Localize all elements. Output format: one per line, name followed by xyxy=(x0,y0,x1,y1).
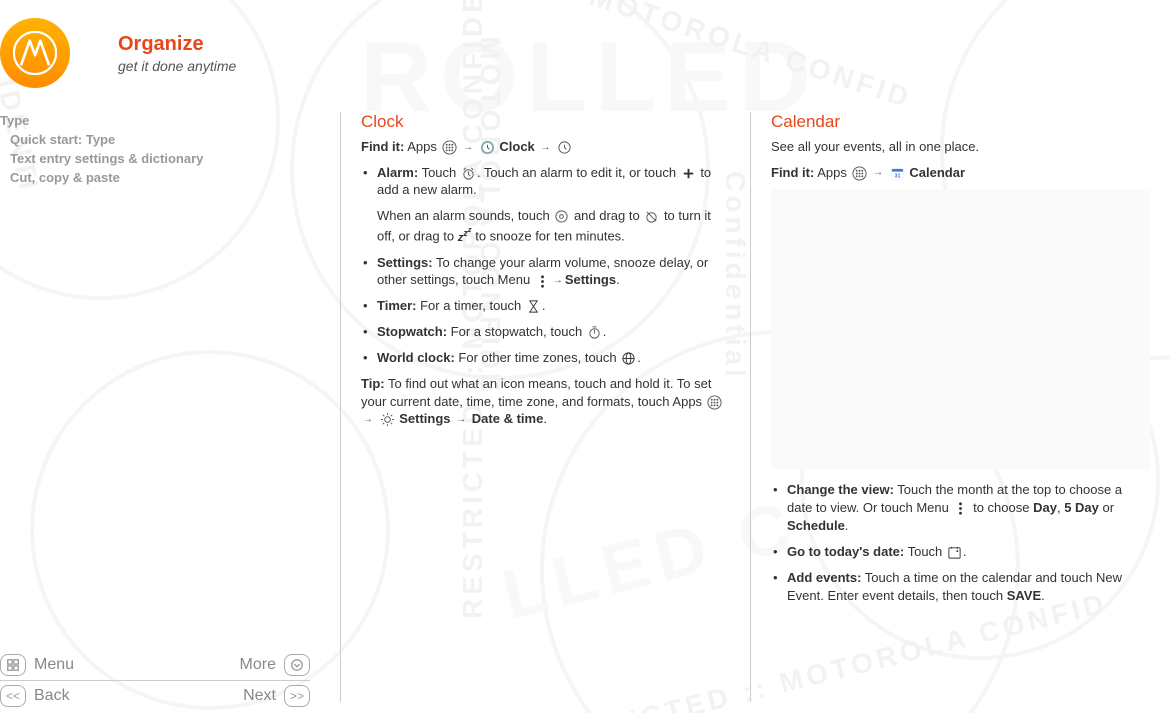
next-button[interactable]: Next >> xyxy=(243,685,310,707)
chevron-left-icon: << xyxy=(0,685,26,707)
page-header: Organize get it done anytime xyxy=(0,0,1170,112)
plus-icon xyxy=(681,166,696,181)
apps-grid-icon xyxy=(852,166,867,181)
clock-world-item: World clock: For other time zones, touch… xyxy=(361,349,730,367)
chevron-down-circle-icon xyxy=(284,654,310,676)
apps-grid-icon xyxy=(707,395,722,410)
calendar-section-title: Calendar xyxy=(771,112,1150,132)
alarm-off-icon xyxy=(644,209,659,224)
stopwatch-icon xyxy=(587,325,602,340)
menu-grid-icon xyxy=(0,654,26,676)
bottom-nav: Menu More << Back Next >> xyxy=(0,650,310,711)
sidebar-item[interactable]: Text entry settings & dictionary xyxy=(0,150,320,169)
calendar-view-item: Change the view: Touch the month at the … xyxy=(771,481,1150,535)
back-button[interactable]: << Back xyxy=(0,685,70,707)
sidebar-item[interactable]: Quick start: Type xyxy=(0,131,320,150)
back-label: Back xyxy=(34,687,70,705)
calendar-find-it: Find it: Apps → 31 Calendar xyxy=(771,164,1150,182)
calendar-screenshot-placeholder xyxy=(771,189,1150,469)
globe-icon xyxy=(621,351,636,366)
sidebar-nav: Type Quick start: Type Text entry settin… xyxy=(0,112,320,187)
today-icon xyxy=(947,545,962,560)
more-label: More xyxy=(240,656,276,674)
clock-face-icon xyxy=(557,140,572,155)
drag-handle-icon xyxy=(554,209,569,224)
settings-gear-icon xyxy=(380,412,395,427)
clock-stopwatch-item: Stopwatch: For a stopwatch, touch . xyxy=(361,323,730,341)
sidebar-heading[interactable]: Type xyxy=(0,112,320,131)
clock-tip: Tip: To find out what an icon means, tou… xyxy=(361,375,730,428)
more-button[interactable]: More xyxy=(240,654,310,676)
motorola-logo xyxy=(0,18,70,88)
calendar-app-icon: 31 xyxy=(890,166,905,181)
menu-dots-icon xyxy=(953,501,968,516)
clock-timer-item: Timer: For a timer, touch . xyxy=(361,297,730,315)
menu-label: Menu xyxy=(34,656,74,674)
clock-app-icon xyxy=(480,140,495,155)
calendar-today-item: Go to today's date: Touch . xyxy=(771,543,1150,561)
clock-find-it: Find it: Apps → Clock → xyxy=(361,138,730,156)
svg-text:31: 31 xyxy=(894,173,900,179)
menu-button[interactable]: Menu xyxy=(0,654,74,676)
page-subtitle: get it done anytime xyxy=(118,58,236,74)
clock-settings-item: Settings: To change your alarm volume, s… xyxy=(361,254,730,290)
clock-alarm-item: Alarm: Touch . Touch an alarm to edit it… xyxy=(361,164,730,246)
alarm-clock-icon xyxy=(461,166,476,181)
menu-dots-icon xyxy=(535,274,550,289)
chevron-right-icon: >> xyxy=(284,685,310,707)
calendar-add-item: Add events: Touch a time on the calendar… xyxy=(771,569,1150,605)
hourglass-icon xyxy=(526,299,541,314)
page-title: Organize xyxy=(118,33,236,56)
calendar-intro: See all your events, all in one place. xyxy=(771,138,1150,156)
clock-section-title: Clock xyxy=(361,112,730,132)
snooze-icon: zzz xyxy=(458,232,472,244)
motorola-m-icon xyxy=(13,31,57,75)
next-label: Next xyxy=(243,687,276,705)
sidebar-item[interactable]: Cut, copy & paste xyxy=(0,169,320,188)
apps-grid-icon xyxy=(442,140,457,155)
